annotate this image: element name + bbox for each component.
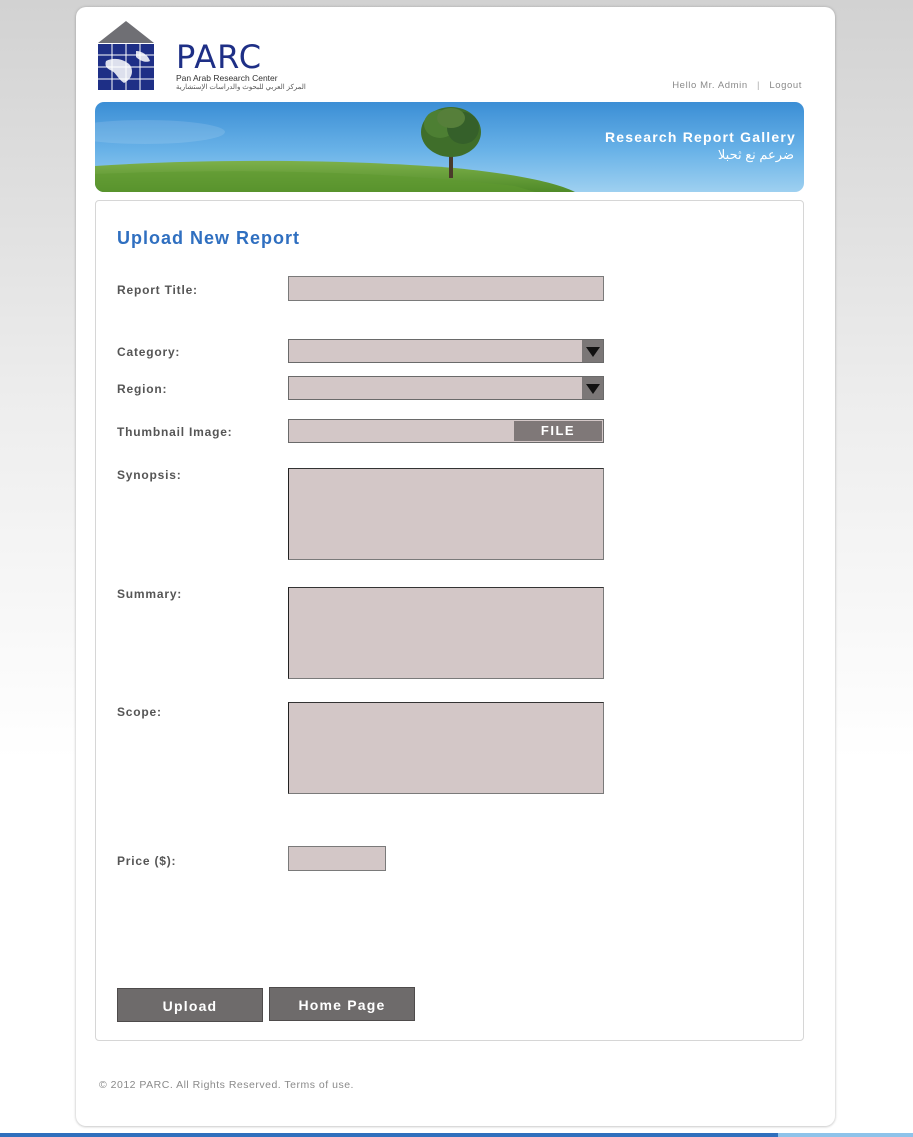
upload-button[interactable]: Upload bbox=[117, 988, 263, 1022]
user-bar-separator: | bbox=[757, 80, 761, 91]
region-select[interactable] bbox=[288, 376, 604, 400]
category-label: Category: bbox=[117, 345, 181, 359]
thumbnail-file-input[interactable]: FILE bbox=[288, 419, 604, 443]
banner-title: Research Report Gallery bbox=[604, 129, 796, 145]
logo-house-icon bbox=[98, 21, 154, 90]
upload-form-panel: Upload New Report Report Title: Category… bbox=[95, 200, 804, 1041]
parc-logo[interactable]: PARC Pan Arab Research Center المركز الع… bbox=[96, 21, 306, 93]
footer-copyright: © 2012 PARC. All Rights Reserved. Terms … bbox=[99, 1079, 354, 1091]
price-label: Price ($): bbox=[117, 854, 177, 868]
page-title: Upload New Report bbox=[117, 228, 301, 248]
user-bar: Hello Mr. Admin | Logout bbox=[672, 80, 802, 91]
banner-subtitle-arabic: ضرعم نع ثحبلا bbox=[717, 147, 794, 162]
scope-textarea[interactable] bbox=[288, 702, 604, 794]
thumbnail-label: Thumbnail Image: bbox=[117, 425, 233, 439]
category-select[interactable] bbox=[288, 339, 604, 363]
summary-textarea[interactable] bbox=[288, 587, 604, 679]
logo-subtitle: Pan Arab Research Center bbox=[176, 73, 278, 83]
chevron-down-icon bbox=[582, 340, 603, 362]
region-label: Region: bbox=[117, 382, 168, 396]
logo-wordmark: PARC bbox=[176, 38, 263, 76]
logout-link[interactable]: Logout bbox=[769, 80, 802, 91]
synopsis-textarea[interactable] bbox=[288, 468, 604, 560]
file-browse-button[interactable]: FILE bbox=[514, 421, 602, 441]
taskbar-strip-end bbox=[778, 1133, 913, 1137]
synopsis-label: Synopsis: bbox=[117, 468, 182, 482]
summary-label: Summary: bbox=[117, 587, 183, 601]
logo-subtitle-arabic: المركز العربي للبحوث والدراسات الإستشاري… bbox=[176, 84, 306, 91]
report-title-label: Report Title: bbox=[117, 283, 198, 297]
price-input[interactable] bbox=[288, 846, 386, 871]
header-banner: Research Report Gallery ضرعم نع ثحبلا bbox=[95, 102, 804, 192]
page-container: PARC Pan Arab Research Center المركز الع… bbox=[76, 7, 835, 1126]
scope-label: Scope: bbox=[117, 705, 162, 719]
taskbar-strip bbox=[0, 1133, 913, 1137]
report-title-input[interactable] bbox=[288, 276, 604, 301]
greeting-text: Hello Mr. Admin bbox=[672, 80, 748, 91]
home-page-button[interactable]: Home Page bbox=[269, 987, 415, 1021]
chevron-down-icon bbox=[582, 377, 603, 399]
banner-landscape-image bbox=[95, 107, 575, 192]
